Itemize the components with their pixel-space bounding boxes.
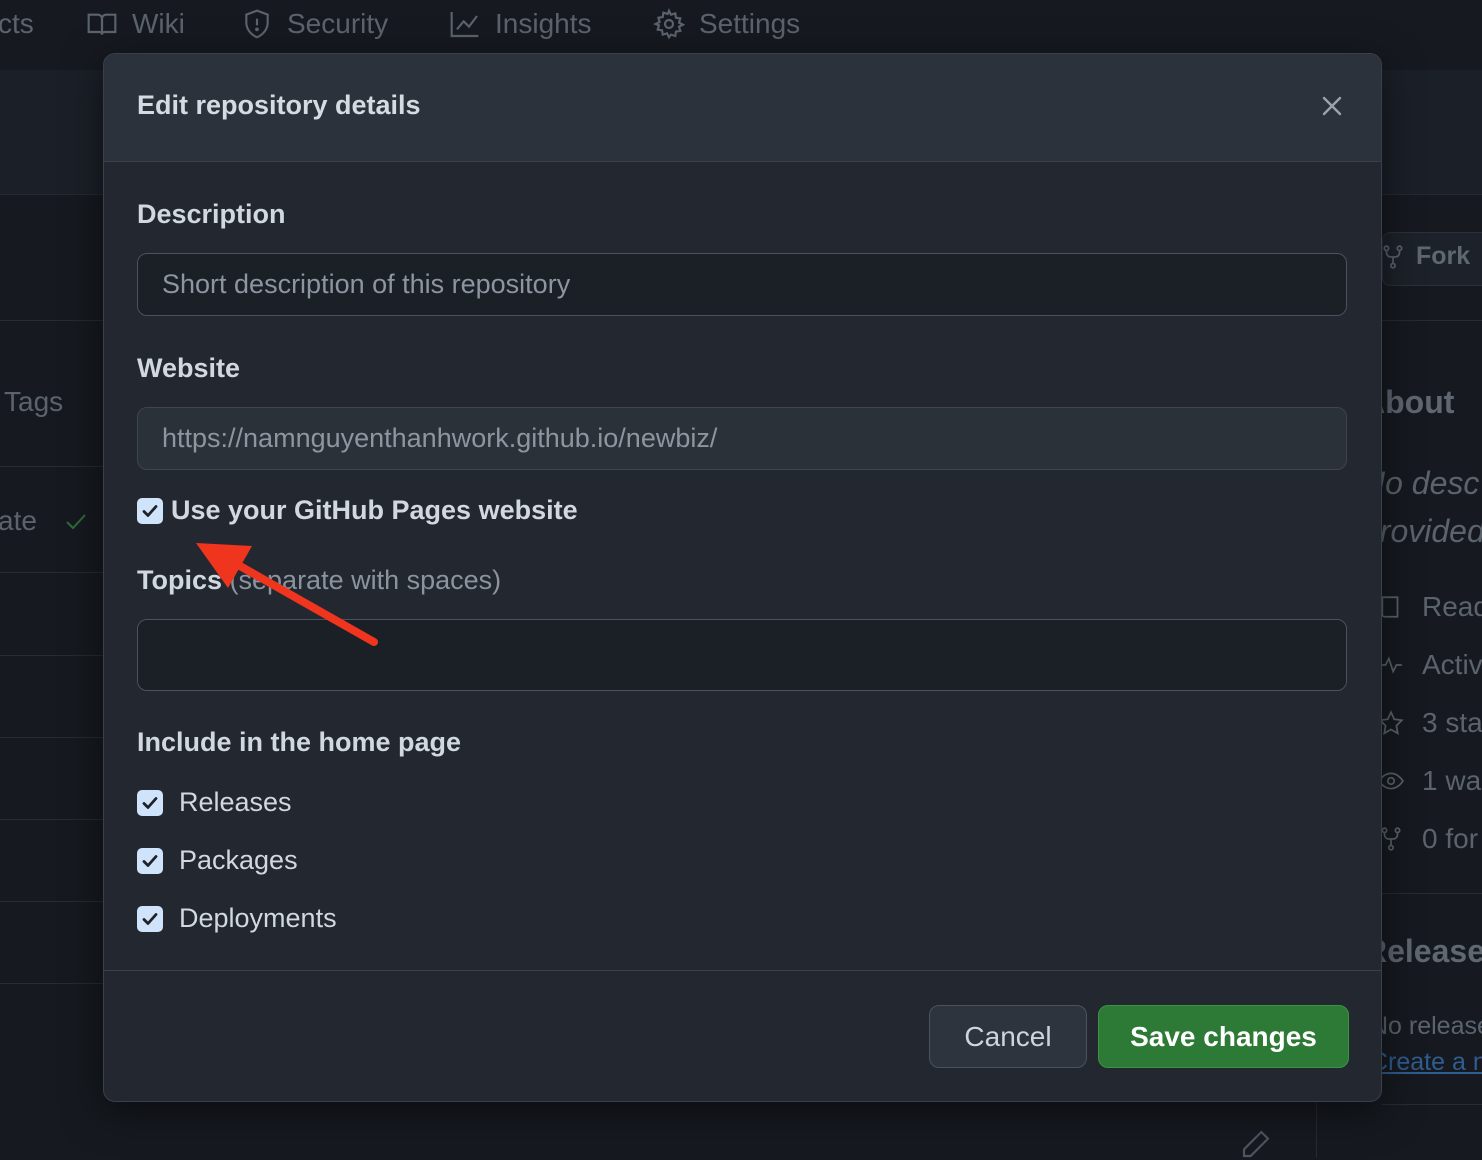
releases-checkbox-row[interactable]: Releases (137, 787, 292, 818)
dialog-title: Edit repository details (137, 90, 421, 120)
commit-message-text: ate (0, 505, 37, 536)
nav-tab-security[interactable]: Security (241, 6, 388, 42)
divider (0, 737, 103, 738)
nav-tab-label: Settings (699, 8, 801, 39)
divider (0, 819, 103, 820)
topics-hint: (separate with spaces) (229, 565, 502, 595)
fork-label: Fork (1416, 242, 1471, 270)
divider (0, 466, 103, 467)
packages-checkbox-row[interactable]: Packages (137, 845, 298, 876)
check-icon (66, 514, 86, 530)
description-label: Description (137, 199, 286, 229)
home-page-heading: Include in the home page (137, 727, 462, 757)
divider (0, 983, 103, 984)
tags-link[interactable]: Tags (4, 386, 63, 418)
fork-icon (1383, 245, 1403, 269)
releases-label: Releases (179, 787, 292, 817)
divider (0, 320, 103, 321)
dialog-header: Edit repository details (104, 54, 1381, 162)
deployments-label: Deployments (179, 903, 337, 933)
nav-tab-label: Security (287, 8, 389, 39)
topics-label-text: Topics (137, 565, 223, 595)
packages-checkbox[interactable] (137, 847, 163, 874)
checkmark-icon (142, 504, 158, 517)
graph-icon (450, 12, 479, 38)
cancel-button[interactable]: Cancel (929, 1005, 1087, 1068)
no-releases-text: No release (1370, 1012, 1482, 1040)
nav-tab-projects[interactable]: cts (0, 6, 34, 42)
stars-link[interactable]: 3 sta (1422, 707, 1482, 739)
shield-icon (245, 9, 269, 39)
use-pages-label: Use your GitHub Pages website (171, 495, 578, 525)
nav-tab-wiki[interactable]: Wiki (86, 6, 185, 42)
divider (0, 655, 103, 656)
save-changes-button[interactable]: Save changes (1098, 1005, 1349, 1068)
divider (1382, 320, 1482, 321)
book-icon (87, 13, 117, 35)
pencil-icon[interactable] (1240, 1128, 1272, 1160)
website-input[interactable] (137, 407, 1347, 470)
checkmark-icon (142, 854, 158, 867)
checkmark-icon (142, 912, 158, 925)
deployments-checkbox[interactable] (137, 905, 163, 932)
divider (1316, 1100, 1317, 1158)
watchers-link[interactable]: 1 wa (1422, 765, 1481, 797)
nav-tab-label: cts (0, 8, 34, 39)
divider (1382, 893, 1482, 894)
readme-link[interactable]: Read (1422, 591, 1482, 623)
nav-tab-label: Wiki (132, 8, 185, 39)
deployments-checkbox-row[interactable]: Deployments (137, 903, 337, 934)
description-input[interactable] (137, 253, 1347, 316)
gear-icon (653, 8, 685, 40)
activity-link[interactable]: Activ (1422, 649, 1482, 681)
divider (0, 901, 103, 902)
divider (1382, 1104, 1482, 1105)
use-pages-checkbox-row[interactable]: Use your GitHub Pages website (137, 495, 578, 526)
website-label: Website (137, 353, 241, 383)
create-release-link[interactable]: Create a n (1370, 1048, 1482, 1077)
nav-tab-settings[interactable]: Settings (653, 6, 800, 42)
close-button[interactable] (1316, 90, 1348, 122)
topics-input[interactable] (137, 619, 1347, 691)
divider (0, 572, 103, 573)
packages-label: Packages (179, 845, 298, 875)
nav-tab-label: Insights (495, 8, 592, 39)
close-icon (1322, 96, 1342, 116)
releases-checkbox[interactable] (137, 789, 163, 816)
checkmark-icon (142, 796, 158, 809)
nav-tab-insights[interactable]: Insights (449, 6, 592, 42)
forks-link[interactable]: 0 for (1422, 823, 1478, 855)
use-pages-checkbox[interactable] (137, 497, 163, 524)
edit-repository-dialog: Edit repository details Description Webs… (103, 53, 1382, 1102)
dialog-footer: Cancel Save changes (104, 970, 1381, 1101)
topics-label: Topics (separate with spaces) (137, 565, 501, 596)
